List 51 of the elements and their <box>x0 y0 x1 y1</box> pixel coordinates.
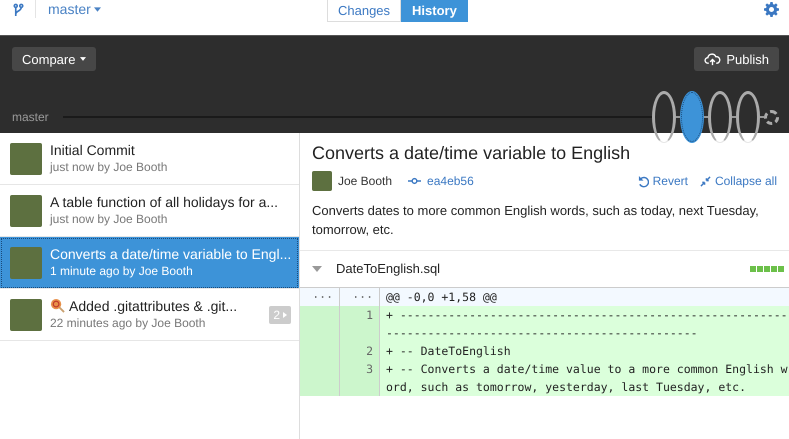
diffstat-icon <box>750 266 784 272</box>
timeline-node[interactable] <box>652 91 676 143</box>
revert-link[interactable]: Revert <box>638 174 688 188</box>
avatar-photo-placeholder <box>312 171 332 191</box>
view-tab[interactable]: History <box>401 0 468 22</box>
timeline-node[interactable] <box>680 91 704 143</box>
caret-icon <box>80 57 86 61</box>
avatar-photo-placeholder <box>10 246 42 278</box>
line-number: 2 <box>340 342 380 360</box>
diff-line: + -- Converts a date/time value to a more common English word, such as tomorrow, yesterday, last Tuesday, etc. <box>385 360 789 396</box>
commit-item[interactable]: Converts a date/time variable to Engl... 1 minute ago by Joe Booth <box>0 237 299 289</box>
caret-icon <box>94 6 101 12</box>
line-number: 3 <box>340 360 380 396</box>
diff-line: + -- DateToEnglish <box>385 342 511 360</box>
line-number: 1 <box>340 306 380 342</box>
commit-meta: just now by Joe Booth <box>50 160 168 174</box>
commit-meta: just now by Joe Booth <box>50 212 168 226</box>
commit-title: Converts a date/time variable to Engl... <box>50 246 292 262</box>
publish-button[interactable]: Publish <box>694 47 779 71</box>
compare-button[interactable]: Compare <box>12 47 96 71</box>
commit-item[interactable]: Initial Commit just now by Joe Booth <box>0 133 299 185</box>
timeline-node[interactable] <box>736 91 760 143</box>
collapse-all-link[interactable]: Collapse all <box>700 174 777 188</box>
commit-title: A table function of all holidays for a... <box>50 194 278 210</box>
file-name: DateToEnglish.sql <box>336 261 440 276</box>
avatar-photo-placeholder <box>10 142 42 174</box>
cloud-upload-icon <box>704 52 722 66</box>
branch-icon[interactable] <box>13 3 24 18</box>
branch-dropdown[interactable]: master <box>48 0 101 18</box>
timeline-node[interactable] <box>764 110 779 124</box>
diff-line: + ----------------------------------------------------------------------------------------------------- <box>385 306 789 342</box>
commit-title: Initial Commit <box>50 142 135 158</box>
diff-line: @@ -0,0 +1,58 @@ <box>385 288 497 306</box>
commit-meta: 1 minute ago by Joe Booth <box>50 264 193 278</box>
undo-icon <box>638 174 649 188</box>
expand-caret-icon[interactable] <box>312 266 322 272</box>
timeline-node[interactable] <box>708 91 732 143</box>
play-icon <box>283 312 287 318</box>
avatar-photo-placeholder <box>10 194 42 226</box>
commit-description: Converts dates to more common English words, such as today, next Tuesday, tomorrow, etc. <box>312 202 760 239</box>
commit-title: Added .gitattributes & .git... <box>69 298 238 314</box>
commit-sha-link[interactable]: ea4eb56 <box>427 174 474 188</box>
commit-icon <box>408 177 422 185</box>
collapse-arrows-icon <box>700 176 711 186</box>
branch-label: master <box>12 110 49 124</box>
view-tab[interactable]: Changes <box>327 0 402 22</box>
commit-heading: Converts a date/time variable to English <box>312 143 632 164</box>
avatar-photo-placeholder <box>10 298 42 330</box>
author-name: Joe Booth <box>338 174 392 188</box>
commit-meta: 22 minutes ago by Joe Booth <box>50 316 206 330</box>
settings-icon[interactable] <box>764 2 779 17</box>
